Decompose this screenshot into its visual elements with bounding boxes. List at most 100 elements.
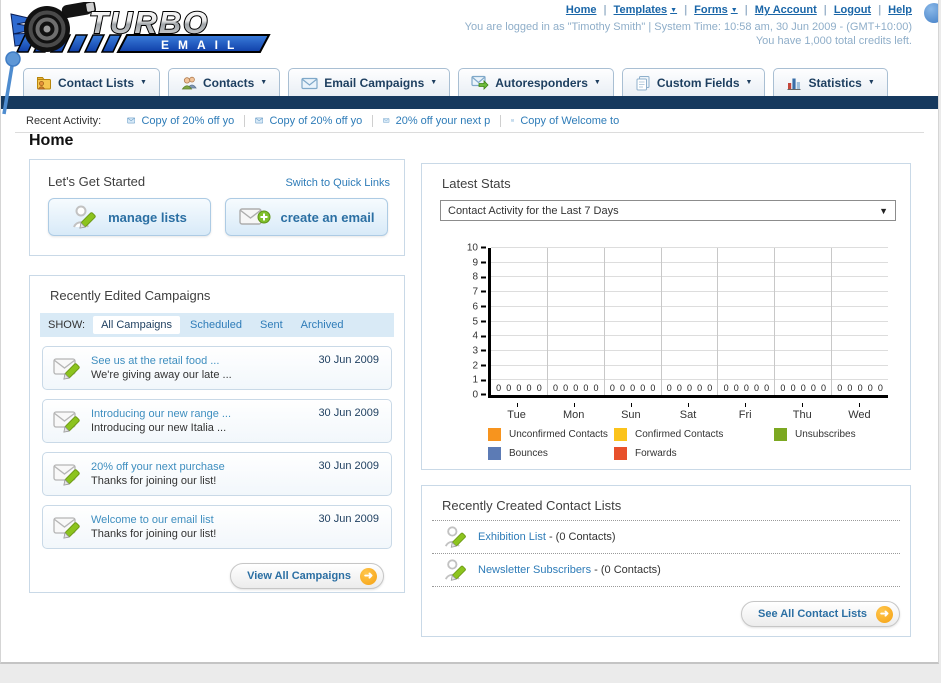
data-value-label: 0 (609, 383, 615, 393)
create-email-button[interactable]: create an email (225, 198, 388, 236)
filter-all-campaigns[interactable]: All Campaigns (93, 316, 180, 334)
chart-legend: Unconfirmed Contacts Confirmed Contacts Un… (488, 428, 856, 460)
main-nav-tabs: Contact Lists ▼ Contacts ▼ Email Campaig… (23, 68, 888, 96)
x-axis-tick-label: Mon (545, 403, 602, 421)
y-axis-tick-label: 9 (472, 257, 486, 268)
x-axis-tick-label: Thu (774, 403, 831, 421)
data-value-label: 0 (619, 383, 625, 393)
envelope-plus-icon (238, 208, 271, 225)
campaign-row[interactable]: Welcome to our email list Thanks for joi… (42, 505, 392, 549)
chevron-down-icon: ▼ (745, 79, 753, 86)
nav-link-help[interactable]: Help (888, 4, 912, 16)
see-all-contact-lists-button[interactable]: See All Contact Lists ➜ (740, 601, 900, 627)
view-all-campaigns-label: View All Campaigns (247, 570, 351, 582)
chevron-down-icon: ▼ (730, 6, 738, 14)
data-value-label: 0 (666, 383, 672, 393)
contact-list-row[interactable]: Exhibition List - (0 Contacts) (422, 521, 910, 553)
campaign-row[interactable]: Introducing our new range ... Introducin… (42, 399, 392, 443)
legend-label: Unconfirmed Contacts (509, 429, 608, 440)
recent-activity-item[interactable]: Copy of Welcome to (501, 115, 629, 127)
legend-label: Forwards (635, 448, 677, 459)
envelope-icon (127, 117, 136, 124)
recent-activity-item[interactable]: Copy of 20% off yo (117, 114, 246, 127)
x-axis-tick-label: Fri (717, 403, 774, 421)
contact-list-count: - (0 Contacts) (548, 531, 616, 543)
tab-autoresponders[interactable]: Autoresponders ▼ (458, 68, 614, 96)
filter-sent[interactable]: Sent (252, 316, 291, 334)
campaign-date: 30 Jun 2009 (318, 513, 379, 525)
nav-separator: | (878, 4, 882, 16)
recent-activity-item[interactable]: Copy of 20% off yo (245, 114, 374, 127)
data-value-label: 0 (723, 383, 729, 393)
nav-separator: | (823, 4, 827, 16)
person-pencil-icon (444, 526, 466, 548)
campaign-subtitle: Thanks for joining our list! (91, 528, 217, 540)
chevron-down-icon: ▼ (879, 205, 888, 216)
stats-period-select[interactable]: Contact Activity for the Last 7 Days ▼ (440, 200, 896, 221)
contact-list-link[interactable]: Newsletter Subscribers (478, 564, 591, 576)
data-value-label: 0 (552, 383, 558, 393)
chart-day-group: 00000 (546, 248, 604, 395)
chevron-down-icon: ▼ (867, 79, 875, 86)
data-value-label: 0 (630, 383, 636, 393)
view-all-campaigns-button[interactable]: View All Campaigns ➜ (230, 563, 384, 589)
legend-swatch (614, 428, 627, 441)
y-axis-tick-label: 0 (472, 390, 486, 401)
data-value-label: 0 (780, 383, 786, 393)
envelope-pencil-icon (53, 464, 80, 486)
x-axis-tick-label: Sun (602, 403, 659, 421)
nav-link-forms[interactable]: Forms ▼ (694, 4, 738, 16)
turbine-icon (24, 1, 97, 52)
tab-statistics[interactable]: Statistics ▼ (773, 68, 888, 96)
data-value-label: 0 (733, 383, 739, 393)
campaign-row[interactable]: See us at the retail food ... We're givi… (42, 346, 392, 390)
tab-contacts[interactable]: Contacts ▼ (167, 68, 281, 96)
legend-label: Bounces (509, 448, 548, 459)
y-axis-tick-label: 7 (472, 287, 486, 298)
nav-link-logout[interactable]: Logout (834, 4, 871, 16)
credits-line: You have 1,000 total credits left. (755, 35, 912, 47)
y-axis-tick-label: 5 (472, 316, 486, 327)
contact-list-link[interactable]: Exhibition List (478, 531, 546, 543)
manage-lists-button[interactable]: manage lists (48, 198, 211, 236)
recent-activity-item[interactable]: 20% off your next p (373, 114, 502, 127)
nav-link-my-account[interactable]: My Account (755, 4, 817, 16)
tab-contact-lists[interactable]: Contact Lists ▼ (23, 68, 160, 96)
recent-contact-lists-panel: Recently Created Contact Lists Exhibitio… (421, 485, 911, 637)
top-nav: Home | Templates ▼ | Forms ▼ | My Account … (566, 4, 912, 16)
tab-email-campaigns[interactable]: Email Campaigns ▼ (288, 68, 451, 96)
envelope-icon (301, 77, 318, 89)
data-value-label: 0 (516, 383, 522, 393)
logo-brand-text: TURBO (89, 5, 209, 40)
tab-custom-fields[interactable]: Custom Fields ▼ (621, 68, 766, 96)
nav-link-home[interactable]: Home (566, 4, 597, 16)
chevron-down-icon: ▼ (260, 79, 268, 86)
data-value-label: 0 (583, 383, 589, 393)
legend-swatch (488, 447, 501, 460)
data-value-label: 0 (800, 383, 806, 393)
data-value-label: 0 (820, 383, 826, 393)
latest-stats-title: Latest Stats (442, 176, 511, 191)
recent-activity-bar: Recent Activity: Copy of 20% off yo Copy… (1, 109, 938, 132)
get-started-panel: Let's Get Started Switch to Quick Links … (29, 159, 405, 256)
filter-archived[interactable]: Archived (293, 316, 352, 334)
switch-quick-links-link[interactable]: Switch to Quick Links (285, 177, 390, 189)
manage-lists-label: manage lists (108, 209, 187, 225)
contact-list-row[interactable]: Newsletter Subscribers - (0 Contacts) (422, 554, 910, 586)
filter-scheduled[interactable]: Scheduled (182, 316, 250, 334)
contact-activity-chart: 00000000000000000000000000000000000 0123… (467, 243, 888, 401)
y-axis-tick-label: 1 (472, 375, 486, 386)
chart-day-group: 00000 (717, 248, 774, 395)
legend-label: Confirmed Contacts (635, 429, 724, 440)
data-value-label: 0 (686, 383, 692, 393)
contact-list-count: - (0 Contacts) (594, 564, 661, 576)
page-title: Home (29, 132, 74, 149)
app-window: TURBO EMAIL Home | Templates ▼ | Forms ▼ |… (0, 0, 939, 664)
nav-separator: | (603, 4, 607, 16)
navy-divider-band (1, 96, 938, 109)
envelope-icon (255, 117, 264, 124)
campaign-row[interactable]: 20% off your next purchase Thanks for jo… (42, 452, 392, 496)
logo-sub-text: EMAIL (161, 38, 243, 52)
nav-separator: | (744, 4, 748, 16)
nav-link-templates[interactable]: Templates ▼ (614, 4, 678, 16)
